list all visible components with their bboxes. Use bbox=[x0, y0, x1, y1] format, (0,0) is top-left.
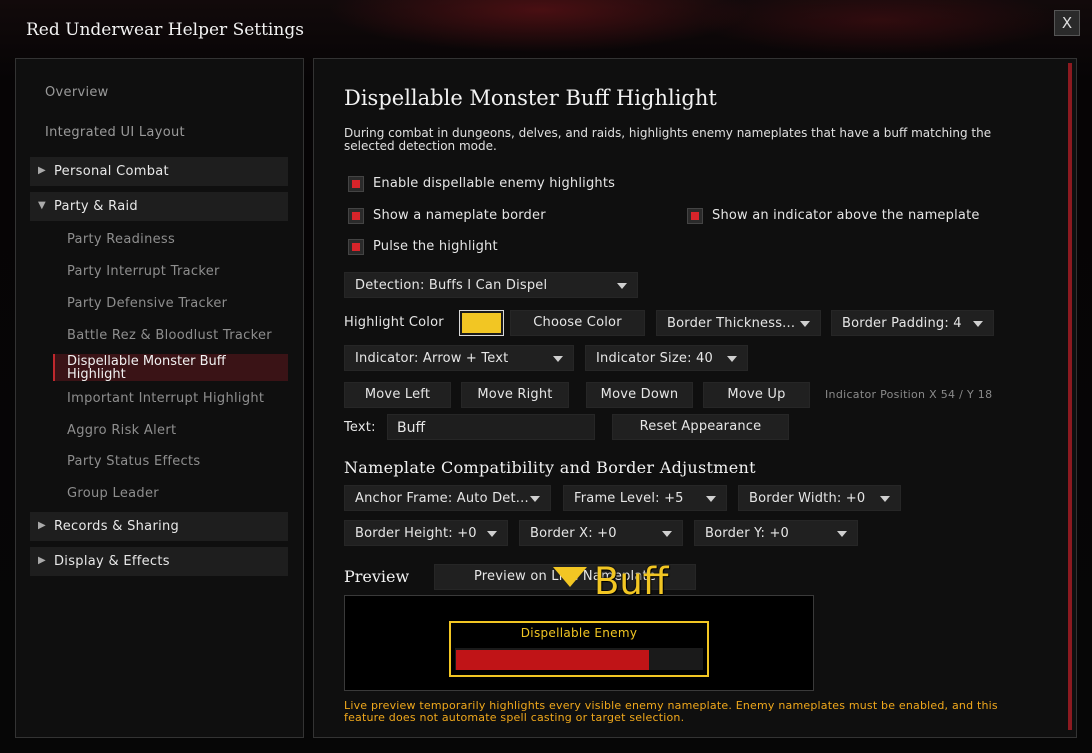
chevron-down-icon bbox=[973, 321, 983, 327]
chevron-down-icon bbox=[553, 356, 563, 362]
indicator-above-nameplate-label: Show an indicator above the nameplate bbox=[712, 208, 980, 223]
section-title-preview: Preview bbox=[344, 567, 410, 586]
dropdown-value: Border Padding: 4 bbox=[842, 316, 962, 331]
dropdown-value: Frame Level: +5 bbox=[574, 491, 684, 506]
sidebar-item-integrated-ui-layout[interactable]: Integrated UI Layout bbox=[45, 125, 185, 140]
indicator-size-dropdown[interactable]: Indicator Size: 40 bbox=[585, 345, 748, 371]
dropdown-value: Anchor Frame: Auto Det... bbox=[355, 491, 529, 506]
sidebar-item-dispellable-monster-buff-highlight[interactable]: Dispellable Monster Buff Highlight bbox=[53, 354, 288, 381]
chevron-down-icon bbox=[837, 531, 847, 537]
border-width-dropdown[interactable]: Border Width: +0 bbox=[738, 485, 901, 511]
indicator-above-nameplate-checkbox[interactable] bbox=[687, 208, 703, 224]
highlight-color-swatch[interactable] bbox=[459, 310, 504, 336]
collapse-arrow-icon: ▼ bbox=[38, 200, 46, 211]
sidebar-item-party-readiness[interactable]: Party Readiness bbox=[67, 232, 175, 247]
sidebar-category-label: Records & Sharing bbox=[54, 519, 180, 534]
chevron-down-icon bbox=[662, 531, 672, 537]
highlight-color-label: Highlight Color bbox=[344, 315, 444, 330]
chevron-down-icon bbox=[880, 496, 890, 502]
indicator-position-readout: Indicator Position X 54 / Y 18 bbox=[825, 388, 993, 401]
border-thickness-dropdown[interactable]: Border Thickness... bbox=[656, 310, 821, 336]
nameplate-name: Dispellable Enemy bbox=[520, 626, 638, 640]
sidebar-item-important-interrupt-highlight[interactable]: Important Interrupt Highlight bbox=[67, 391, 264, 406]
move-up-button[interactable]: Move Up bbox=[703, 382, 810, 408]
sidebar-category-party-raid[interactable]: ▼ Party & Raid bbox=[30, 192, 288, 221]
indicator-type-dropdown[interactable]: Indicator: Arrow + Text bbox=[344, 345, 574, 371]
expand-arrow-icon: ▶ bbox=[38, 555, 46, 566]
panel-scrollbar[interactable] bbox=[1068, 63, 1072, 730]
preview-footnote: Live preview temporarily highlights ever… bbox=[344, 699, 998, 724]
chevron-down-icon bbox=[800, 321, 810, 327]
chevron-down-icon bbox=[487, 531, 497, 537]
window-title: Red Underwear Helper Settings bbox=[26, 20, 304, 40]
dropdown-value: Detection: Buffs I Can Dispel bbox=[355, 278, 548, 293]
sidebar-item-label: Dispellable Monster Buff Highlight bbox=[67, 354, 226, 382]
move-left-button[interactable]: Move Left bbox=[344, 382, 451, 408]
indicator-text: Buff bbox=[594, 560, 669, 603]
move-down-button[interactable]: Move Down bbox=[586, 382, 693, 408]
choose-color-button[interactable]: Choose Color bbox=[510, 310, 645, 336]
dropdown-value: Border X: +0 bbox=[530, 526, 617, 541]
dropdown-value: Indicator: Arrow + Text bbox=[355, 351, 509, 366]
pulse-highlight-label: Pulse the highlight bbox=[373, 239, 498, 254]
expand-arrow-icon: ▶ bbox=[38, 520, 46, 531]
sidebar-category-records-sharing[interactable]: ▶ Records & Sharing bbox=[30, 512, 288, 541]
section-title-compatibility: Nameplate Compatibility and Border Adjus… bbox=[344, 458, 756, 477]
reset-appearance-button[interactable]: Reset Appearance bbox=[612, 414, 789, 440]
pulse-highlight-checkbox[interactable] bbox=[348, 239, 364, 255]
close-button[interactable]: X bbox=[1054, 10, 1080, 36]
chevron-down-icon bbox=[530, 496, 540, 502]
anchor-frame-dropdown[interactable]: Anchor Frame: Auto Det... bbox=[344, 485, 551, 511]
border-x-dropdown[interactable]: Border X: +0 bbox=[519, 520, 683, 546]
move-right-button[interactable]: Move Right bbox=[461, 382, 569, 408]
sidebar-item-group-leader[interactable]: Group Leader bbox=[67, 486, 159, 501]
sidebar-item-party-status-effects[interactable]: Party Status Effects bbox=[67, 454, 200, 469]
border-padding-dropdown[interactable]: Border Padding: 4 bbox=[831, 310, 994, 336]
indicator-arrow-icon bbox=[553, 567, 587, 587]
text-label: Text: bbox=[344, 420, 376, 435]
dropdown-value: Border Width: +0 bbox=[749, 491, 866, 506]
nameplate-health-bar bbox=[456, 650, 649, 670]
enable-highlights-checkbox[interactable] bbox=[348, 176, 364, 192]
dropdown-value: Border Height: +0 bbox=[355, 526, 477, 541]
sidebar-category-personal-combat[interactable]: ▶ Personal Combat bbox=[30, 157, 288, 186]
chevron-down-icon bbox=[727, 356, 737, 362]
dropdown-value: Border Thickness... bbox=[667, 316, 796, 331]
sidebar-item-aggro-risk-alert[interactable]: Aggro Risk Alert bbox=[67, 423, 176, 438]
sidebar-category-display-effects[interactable]: ▶ Display & Effects bbox=[30, 547, 288, 576]
sidebar-category-label: Display & Effects bbox=[54, 554, 170, 569]
chevron-down-icon bbox=[706, 496, 716, 502]
sidebar-item-battle-rez-bloodlust[interactable]: Battle Rez & Bloodlust Tracker bbox=[67, 328, 272, 343]
dropdown-value: Indicator Size: 40 bbox=[596, 351, 713, 366]
page-title: Dispellable Monster Buff Highlight bbox=[344, 86, 717, 110]
detection-mode-dropdown[interactable]: Detection: Buffs I Can Dispel bbox=[344, 272, 638, 298]
page-description: During combat in dungeons, delves, and r… bbox=[344, 126, 992, 153]
border-height-dropdown[interactable]: Border Height: +0 bbox=[344, 520, 508, 546]
sidebar-category-label: Personal Combat bbox=[54, 164, 169, 179]
nameplate-border-label: Show a nameplate border bbox=[373, 208, 546, 223]
chevron-down-icon bbox=[617, 283, 627, 289]
frame-level-dropdown[interactable]: Frame Level: +5 bbox=[563, 485, 727, 511]
expand-arrow-icon: ▶ bbox=[38, 165, 46, 176]
sidebar-item-party-interrupt-tracker[interactable]: Party Interrupt Tracker bbox=[67, 264, 220, 279]
enable-highlights-label: Enable dispellable enemy highlights bbox=[373, 176, 616, 191]
sidebar-item-party-defensive-tracker[interactable]: Party Defensive Tracker bbox=[67, 296, 227, 311]
nameplate-border-checkbox[interactable] bbox=[348, 208, 364, 224]
border-y-dropdown[interactable]: Border Y: +0 bbox=[694, 520, 858, 546]
indicator-text-input[interactable]: Buff bbox=[387, 414, 595, 440]
sidebar-category-label: Party & Raid bbox=[54, 199, 138, 214]
sidebar-item-overview[interactable]: Overview bbox=[45, 85, 109, 100]
dropdown-value: Border Y: +0 bbox=[705, 526, 790, 541]
